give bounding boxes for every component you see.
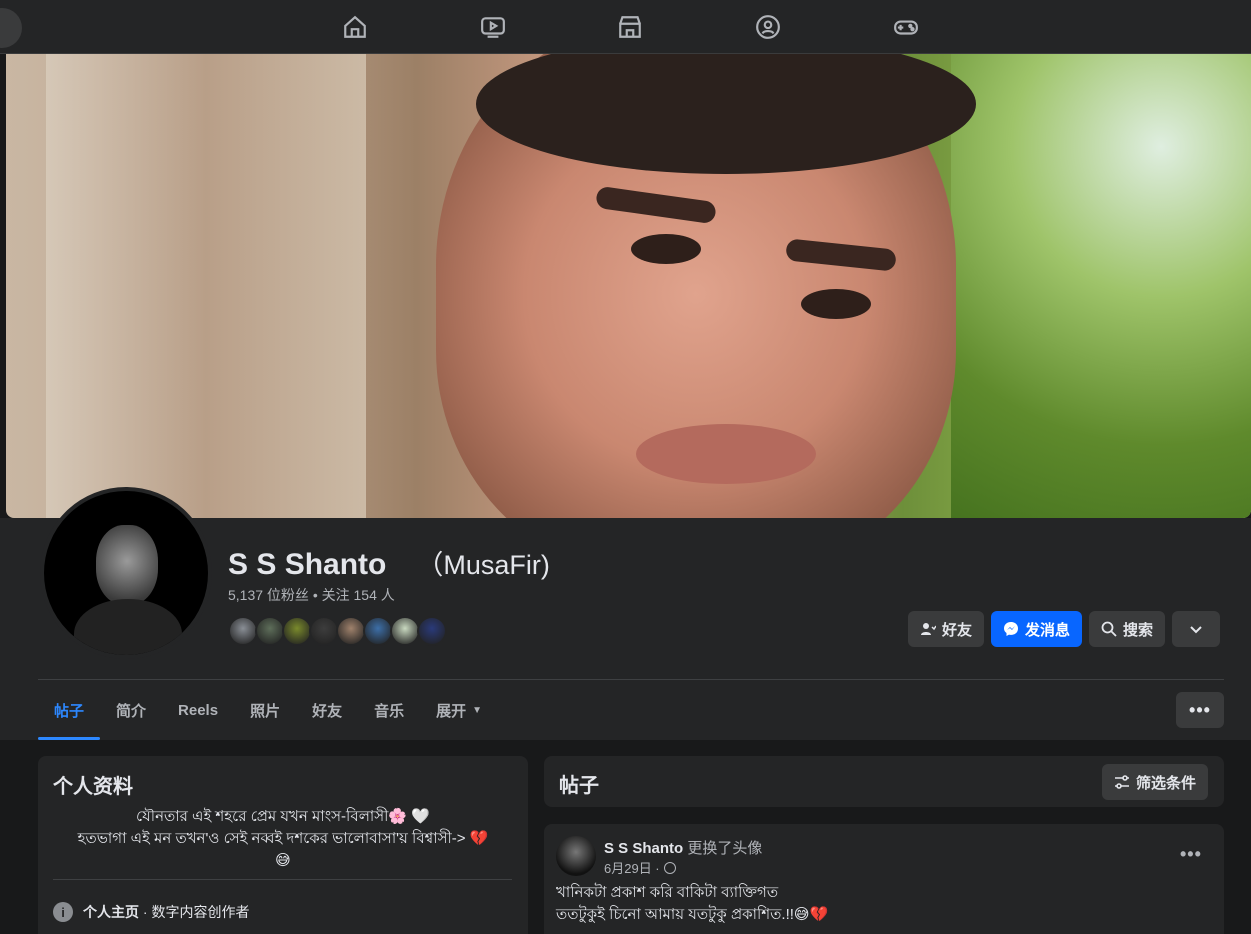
chevron-down-icon — [1190, 626, 1202, 634]
profile-alternate-name: （MusaFir) — [416, 550, 550, 580]
page-label: 个人主页 — [83, 904, 139, 920]
groups-icon[interactable] — [750, 10, 786, 44]
avatar-head — [96, 525, 158, 605]
tab-2[interactable]: Reels — [162, 680, 234, 740]
posts-title: 帖子 — [559, 775, 599, 797]
tab-label: 展开 — [436, 702, 467, 720]
post-card: S S Shanto 更换了头像 6月29日 · ••• খানিকটা প্র… — [544, 824, 1224, 934]
caret-down-icon: ▼ — [472, 704, 483, 716]
post-author-avatar[interactable] — [556, 836, 596, 876]
profile-stats[interactable]: 5,137 位粉丝 • 关注 154 人 — [228, 585, 395, 605]
globe-icon — [663, 861, 676, 874]
profile-actions: 好友 发消息 搜索 — [908, 611, 1221, 647]
filter-button[interactable]: 筛选条件 — [1102, 764, 1209, 800]
cover-foliage — [951, 54, 1251, 518]
filter-button-label: 筛选条件 — [1136, 774, 1197, 792]
tab-label: 好友 — [312, 702, 343, 720]
friend-avatar[interactable] — [282, 616, 312, 646]
friend-avatar[interactable] — [228, 616, 258, 646]
tab-label: 照片 — [250, 702, 281, 720]
account-menu-button[interactable] — [0, 8, 22, 48]
video-icon[interactable] — [475, 10, 511, 44]
intro-card: 个人资料 যৌনতার এই শহরে প্রেম যখন মাংস-বিলাস… — [38, 756, 528, 934]
friend-avatar[interactable] — [336, 616, 366, 646]
filter-icon — [1115, 775, 1129, 789]
home-icon[interactable] — [337, 10, 373, 44]
friend-avatar[interactable] — [255, 616, 285, 646]
tab-6[interactable]: 展开 ▼ — [420, 680, 498, 740]
search-icon — [1101, 621, 1117, 637]
avatar-body — [74, 599, 182, 655]
profile-tabs: 帖子 简介 Reels 照片 好友 音乐 展开 ▼ — [38, 680, 498, 740]
post-text-line: ততটুকুই চিনো আমায় যতটুকু প্রকাশিত.!!😅💔 — [556, 906, 829, 923]
cover-mouth — [636, 424, 816, 484]
profile-name-line: S S Shanto （MusaFir) — [228, 543, 550, 582]
friend-avatar[interactable] — [390, 616, 420, 646]
tab-5[interactable]: 音乐 — [358, 680, 420, 740]
post-author-name[interactable]: S S Shanto — [604, 840, 683, 857]
friends-button[interactable]: 好友 — [908, 611, 985, 647]
tab-label: 帖子 — [54, 702, 85, 720]
friends-button-label: 好友 — [942, 621, 973, 639]
top-navigation-bar — [0, 0, 1251, 54]
tab-label: 音乐 — [374, 702, 405, 720]
more-options-button[interactable]: ••• — [1176, 692, 1224, 728]
post-action: 更换了头像 — [683, 840, 763, 857]
intro-title: 个人资料 — [53, 776, 133, 798]
posts-header-card: 帖子 筛选条件 — [544, 756, 1224, 807]
gaming-icon[interactable] — [888, 10, 924, 44]
cover-eye — [801, 289, 871, 319]
search-button-label: 搜索 — [1123, 621, 1154, 639]
friend-icon — [921, 623, 936, 635]
tab-label: 简介 — [116, 702, 147, 720]
cover-tree-trunk — [46, 54, 366, 518]
message-button-label: 发消息 — [1025, 621, 1071, 639]
tab-0[interactable]: 帖子 — [38, 680, 101, 740]
intro-divider — [53, 879, 512, 880]
info-icon: i — [53, 902, 73, 922]
dropdown-button[interactable] — [1172, 611, 1221, 647]
post-date[interactable]: 6月29日 · — [604, 858, 660, 877]
bio-line: হতভাগা এই মন তখন'ও সেই নব্বই দশকের ভালোব… — [77, 830, 489, 847]
bio-line: 😅 — [275, 852, 291, 869]
intro-bio: যৌনতার এই শহরে প্রেম যখন মাংস-বিলাসী🌸 🤍 … — [48, 806, 518, 872]
page-category: · 数字内容创作者 — [139, 904, 250, 920]
tab-label: Reels — [178, 701, 219, 719]
tab-1[interactable]: 简介 — [100, 680, 162, 740]
post-meta: 6月29日 · — [604, 858, 676, 877]
post-author-line: S S Shanto 更换了头像 — [604, 837, 762, 858]
friend-avatar[interactable] — [309, 616, 339, 646]
friend-avatar[interactable] — [363, 616, 393, 646]
tab-4[interactable]: 好友 — [296, 680, 358, 740]
intro-page-category: i 个人主页 · 数字内容创作者 — [53, 902, 249, 922]
search-button[interactable]: 搜索 — [1089, 611, 1166, 647]
profile-name: S S Shanto — [228, 548, 387, 581]
marketplace-icon[interactable] — [612, 10, 648, 44]
cover-eye — [631, 234, 701, 264]
message-button[interactable]: 发消息 — [991, 611, 1083, 647]
cover-photo[interactable] — [6, 54, 1251, 518]
bio-line: যৌনতার এই শহরে প্রেম যখন মাংস-বিলাসী🌸 🤍 — [136, 808, 430, 825]
friend-avatar[interactable] — [417, 616, 447, 646]
post-text: খানিকটা প্রকাশ করি বাকিটা ব্যাক্তিগত ততট… — [556, 882, 828, 926]
messenger-icon — [1004, 622, 1019, 636]
friend-avatars-row — [228, 616, 447, 646]
tab-3[interactable]: 照片 — [234, 680, 296, 740]
profile-avatar[interactable] — [40, 487, 212, 659]
post-more-button[interactable]: ••• — [1180, 844, 1202, 865]
post-text-line: খানিকটা প্রকাশ করি বাকিটা ব্যাক্তিগত — [556, 884, 779, 901]
